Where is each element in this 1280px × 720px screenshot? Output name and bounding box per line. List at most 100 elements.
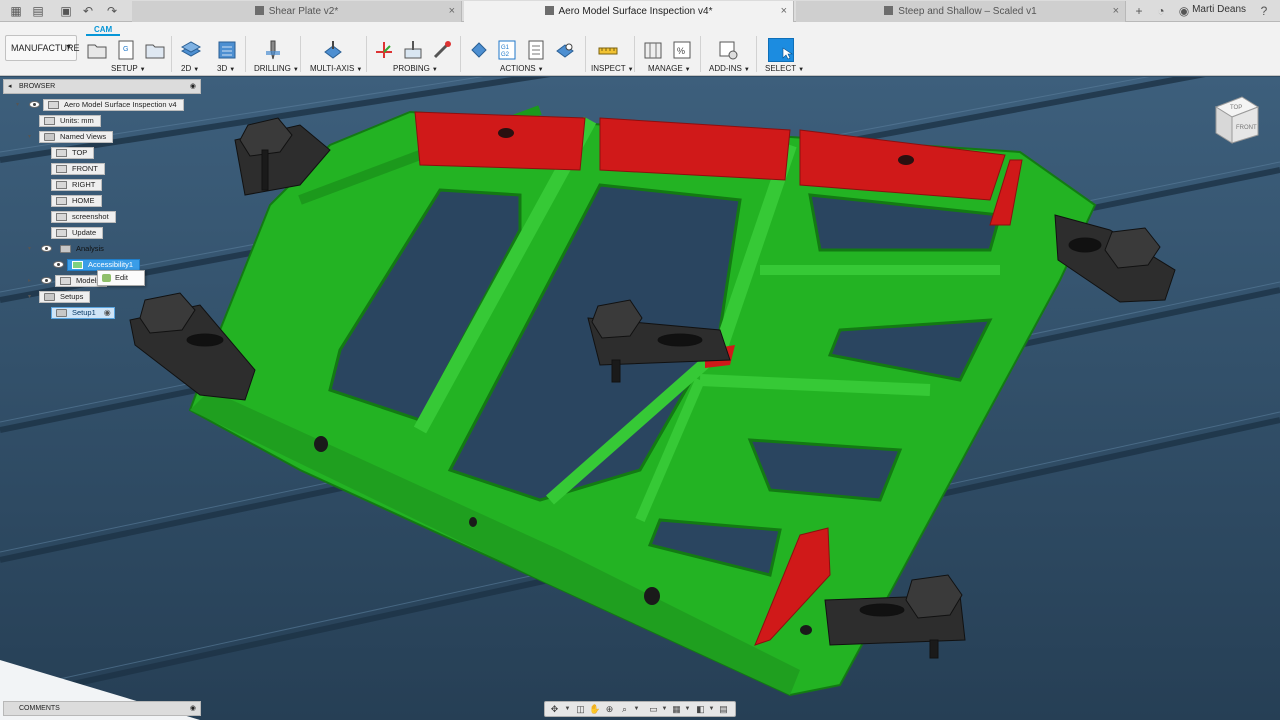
group-add-ins[interactable]: ADD-INS ▼	[709, 64, 750, 73]
3d-adaptive-icon[interactable]	[216, 39, 238, 61]
tab-aero-model[interactable]: Aero Model Surface Inspection v4* ×	[464, 1, 794, 22]
named-view-screenshot[interactable]: screenshot	[51, 211, 116, 223]
browser-named-views[interactable]: Named Views	[39, 131, 114, 143]
zoom-icon[interactable]: ⊕	[604, 704, 615, 715]
view-cube[interactable]: TOP FRONT	[1208, 91, 1264, 147]
setup-item-setup1[interactable]: Setup1 ◉	[51, 307, 115, 319]
app-grid-icon[interactable]: ▦	[8, 3, 24, 19]
select-pointer-icon[interactable]	[768, 38, 794, 62]
expand-triangle-icon[interactable]: ▾	[16, 101, 19, 108]
open-folder-icon[interactable]	[144, 39, 166, 61]
job-status-icon[interactable]: ◔	[1153, 3, 1169, 19]
browser-units[interactable]: Units: mm	[39, 115, 101, 127]
named-view-top[interactable]: TOP	[51, 147, 95, 159]
probe-surface-icon[interactable]	[402, 39, 424, 61]
help-icon[interactable]: ?	[1256, 3, 1272, 19]
hole	[469, 517, 477, 527]
tab-cam[interactable]: CAM	[86, 23, 121, 36]
browser-panel-header[interactable]: ◂ BROWSER ◉	[3, 79, 201, 94]
group-inspect[interactable]: INSPECT ▼	[591, 64, 634, 73]
group-setup[interactable]: SETUP ▼	[111, 64, 146, 73]
browser-root-document[interactable]: Aero Model Surface Inspection v4	[43, 99, 184, 111]
viewports-icon[interactable]: ◧	[695, 704, 706, 715]
chevron-down-icon: ▼	[684, 67, 691, 73]
new-tab-icon[interactable]: +	[1131, 3, 1147, 19]
comments-panel-header[interactable]: COMMENTS ◉	[3, 701, 201, 716]
chevron-down-icon[interactable]: ▼	[631, 704, 642, 715]
generate-icon[interactable]	[554, 39, 576, 61]
chevron-down-icon[interactable]: ▼	[659, 704, 670, 715]
chevron-down-icon: ▼	[139, 67, 146, 73]
scripts-addins-icon[interactable]	[717, 39, 739, 61]
expand-triangle-icon[interactable]: ▸	[28, 277, 31, 284]
user-avatar-icon[interactable]: ◉	[1176, 3, 1192, 19]
look-at-icon[interactable]: ◫	[575, 704, 586, 715]
browser-analysis[interactable]: Analysis	[55, 243, 111, 255]
chevron-down-icon[interactable]: ▼	[706, 704, 717, 715]
file-menu-icon[interactable]: ▤	[30, 3, 46, 19]
simulate-icon[interactable]	[468, 39, 490, 61]
pin-icon[interactable]: ◉	[190, 80, 196, 93]
expand-triangle-icon[interactable]: ▾	[28, 245, 31, 252]
fit-icon[interactable]: ⌕	[619, 704, 630, 715]
probe-wcs-icon[interactable]	[431, 39, 453, 61]
setup-origin-icon[interactable]: ◉	[104, 308, 111, 318]
new-folder-icon[interactable]	[86, 39, 108, 61]
context-menu-edit[interactable]: Edit	[115, 273, 128, 282]
drill-icon[interactable]	[262, 39, 284, 61]
setup-sheet-icon[interactable]	[525, 39, 547, 61]
pin-icon[interactable]: ◉	[190, 702, 196, 715]
group-3d[interactable]: 3D ▼	[217, 64, 235, 73]
named-view-right[interactable]: RIGHT	[51, 179, 103, 191]
expand-triangle-icon[interactable]: ▾	[28, 293, 31, 300]
group-probing[interactable]: PROBING ▼	[393, 64, 438, 73]
pan-icon[interactable]: ✋	[589, 704, 600, 715]
close-tab-icon[interactable]: ×	[449, 1, 455, 22]
visibility-eye-icon[interactable]	[41, 245, 52, 252]
templates-icon[interactable]: %	[671, 39, 693, 61]
probe-axes-icon[interactable]	[373, 39, 395, 61]
user-name[interactable]: Marti Deans	[1192, 4, 1246, 15]
save-icon[interactable]: ▣	[58, 3, 74, 19]
setup-icon[interactable]: G	[115, 39, 137, 61]
measure-icon[interactable]	[597, 39, 619, 61]
tab-shear-plate[interactable]: Shear Plate v2* ×	[132, 1, 462, 22]
grid-snap-icon[interactable]: ▦	[671, 704, 682, 715]
node-label: Named Views	[60, 132, 107, 141]
group-2d[interactable]: 2D ▼	[181, 64, 199, 73]
tab-steep-and-shallow[interactable]: Steep and Shallow – Scaled v1 ×	[796, 1, 1126, 22]
browser-setups[interactable]: Setups	[39, 291, 91, 303]
expand-triangle-icon[interactable]: ▾	[28, 133, 31, 140]
tool-library-icon[interactable]	[642, 39, 664, 61]
document-icon	[48, 101, 59, 109]
collapse-icon[interactable]: ◂	[8, 80, 12, 93]
named-view-front[interactable]: FRONT	[51, 163, 105, 175]
workspace-switcher[interactable]: MANUFACTURE ▼	[5, 35, 80, 61]
environment-icon[interactable]: ▤	[718, 704, 729, 715]
named-view-update[interactable]: Update	[51, 227, 104, 239]
redo-icon[interactable]: ↷	[104, 3, 120, 19]
viewport-canvas[interactable]	[0, 77, 1280, 720]
close-tab-icon[interactable]: ×	[1113, 1, 1119, 22]
undo-icon[interactable]: ↶	[80, 3, 96, 19]
2d-adaptive-icon[interactable]	[180, 39, 202, 61]
viewcube-top-label[interactable]: TOP	[1230, 105, 1242, 111]
group-drilling[interactable]: DRILLING ▼	[254, 64, 299, 73]
named-view-home[interactable]: HOME	[51, 195, 102, 207]
close-tab-icon[interactable]: ×	[781, 1, 787, 22]
3d-viewport[interactable]	[0, 77, 1280, 720]
orbit-icon[interactable]: ✥	[549, 704, 560, 715]
viewcube-front-label[interactable]: FRONT	[1236, 125, 1257, 131]
visibility-eye-icon[interactable]	[41, 277, 52, 284]
post-process-icon[interactable]: G1 G2	[496, 39, 518, 61]
visibility-eye-icon[interactable]	[53, 261, 64, 268]
group-select[interactable]: SELECT ▼	[765, 64, 804, 73]
chevron-down-icon[interactable]: ▼	[682, 704, 693, 715]
visibility-eye-icon[interactable]	[29, 101, 40, 108]
group-multi-axis[interactable]: MULTI-AXIS ▼	[310, 64, 362, 73]
group-actions[interactable]: ACTIONS ▼	[500, 64, 544, 73]
multi-axis-icon[interactable]	[322, 39, 344, 61]
display-settings-icon[interactable]: ▭	[648, 704, 659, 715]
chevron-down-icon[interactable]: ▼	[562, 704, 573, 715]
group-manage[interactable]: MANAGE ▼	[648, 64, 691, 73]
